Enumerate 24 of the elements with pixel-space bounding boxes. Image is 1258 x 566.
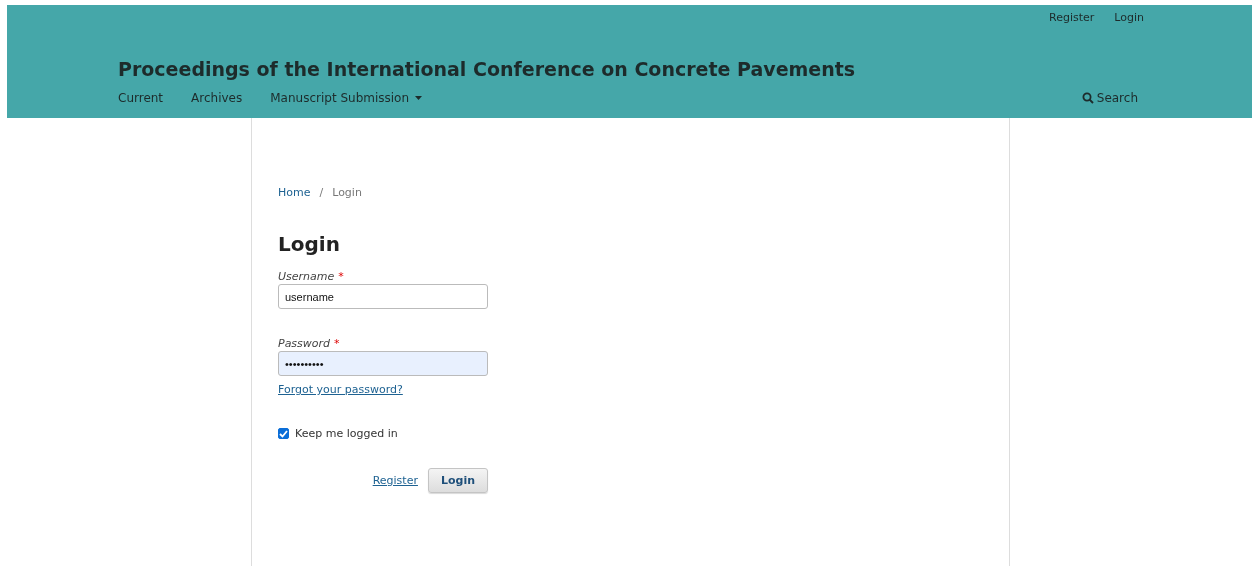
- search-icon: [1081, 92, 1094, 104]
- site-title[interactable]: Proceedings of the International Conference on Concrete Pavements: [118, 58, 1252, 80]
- input-field[interactable]: username: [278, 284, 488, 309]
- login-button[interactable]: Login: [427, 468, 488, 493]
- forgot-password-link[interactable]: Forgot your password?: [278, 383, 403, 396]
- field-label: Password: [278, 337, 331, 351]
- field-label: Username: [278, 270, 335, 284]
- input-field[interactable]: ••••••••••: [278, 351, 488, 376]
- breadcrumb-link[interactable]: Home: [278, 186, 311, 199]
- caret-icon: [415, 96, 423, 100]
- checkbox-label: Keep me logged in: [295, 427, 398, 440]
- breadcrumb-separator: /: [319, 186, 324, 199]
- nav-item[interactable]: Current: [118, 91, 164, 105]
- checkbox[interactable]: [278, 428, 289, 439]
- required-mark: *: [334, 337, 340, 351]
- nav-item[interactable]: Archives: [191, 91, 243, 105]
- header-link[interactable]: Register: [1049, 11, 1095, 31]
- page-heading: Login: [278, 232, 341, 256]
- nav-item[interactable]: Manuscript Submission: [270, 91, 423, 105]
- register-link[interactable]: Register: [372, 474, 418, 487]
- breadcrumb-current: Login: [332, 186, 362, 199]
- search-link[interactable]: Search: [1081, 91, 1138, 105]
- header-link[interactable]: Login: [1114, 11, 1144, 31]
- required-mark: *: [338, 270, 344, 284]
